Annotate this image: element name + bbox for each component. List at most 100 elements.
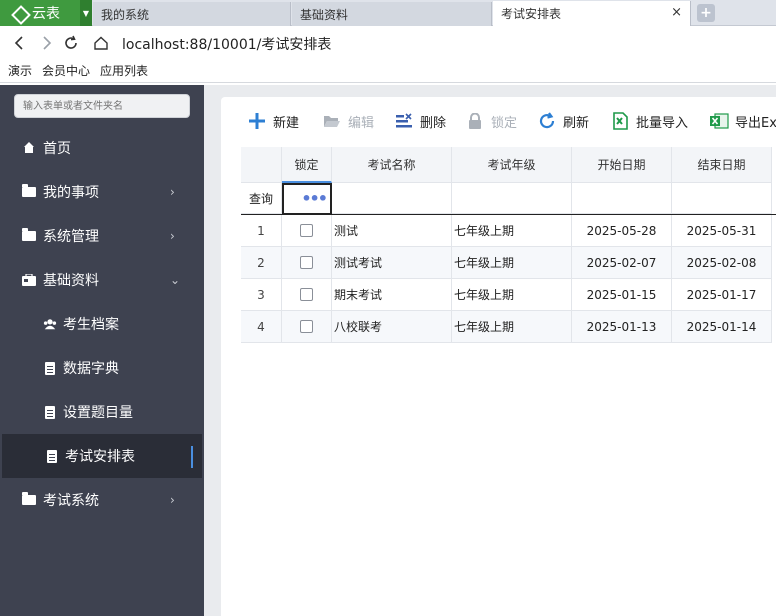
sidebar-item-label: 数据字典 bbox=[63, 361, 119, 377]
lock-checkbox[interactable] bbox=[300, 288, 313, 301]
sidebar-item-label: 系统管理 bbox=[43, 229, 99, 245]
more-options-icon[interactable]: ••• bbox=[301, 191, 328, 207]
url-text[interactable]: localhost:88/10001/考试安排表 bbox=[122, 34, 331, 54]
tab-basic-data[interactable]: 基础资料 bbox=[292, 2, 492, 26]
sidebar-item-question-count[interactable]: 设置题目量 bbox=[0, 390, 204, 434]
delete-button[interactable]: 删除 bbox=[394, 110, 446, 132]
sidebar-item-exam-system[interactable]: 考试系统 › bbox=[0, 478, 204, 522]
batch-import-label: 批量导入 bbox=[636, 115, 689, 131]
refresh-icon bbox=[537, 111, 557, 131]
refresh-button[interactable]: 刷新 bbox=[537, 110, 589, 132]
header-exam-name[interactable]: 考试名称 bbox=[332, 147, 452, 183]
bookmarks-bar: 演示 会员中心 应用列表 bbox=[0, 59, 776, 83]
end-date-cell[interactable]: 2025-01-17 bbox=[672, 279, 772, 311]
bookmark-demo[interactable]: 演示 bbox=[8, 62, 32, 79]
exam-grade-cell[interactable]: 七年级上期 bbox=[452, 247, 572, 279]
forward-arrow-icon[interactable] bbox=[38, 34, 56, 52]
home-page-icon[interactable] bbox=[92, 34, 110, 52]
header-start-date[interactable]: 开始日期 bbox=[572, 147, 672, 183]
row-number: 3 bbox=[241, 279, 282, 311]
address-bar: localhost:88/10001/考试安排表 bbox=[0, 27, 776, 59]
sidebar-item-student-records[interactable]: 考生档案 bbox=[0, 302, 204, 346]
filter-start-date-cell[interactable] bbox=[572, 183, 672, 214]
sidebar-item-basic-data[interactable]: 基础资料 ⌄ bbox=[0, 258, 204, 302]
app-brand-button[interactable]: 云表 bbox=[0, 0, 80, 26]
table-row[interactable]: 4 八校联考 七年级上期 2025-01-13 2025-01-14 bbox=[241, 311, 776, 343]
edit-button[interactable]: 编辑 bbox=[322, 110, 374, 132]
app-brand-label: 云表 bbox=[32, 6, 60, 22]
sidebar-item-label: 设置题目量 bbox=[63, 405, 133, 421]
end-date-cell[interactable]: 2025-05-31 bbox=[672, 215, 772, 247]
reload-icon[interactable] bbox=[62, 34, 80, 52]
lock-checkbox[interactable] bbox=[300, 256, 313, 269]
caret-down-icon: ▼ bbox=[82, 8, 90, 18]
exam-name-cell[interactable]: 测试考试 bbox=[332, 247, 452, 279]
exam-grade-cell[interactable]: 七年级上期 bbox=[452, 279, 572, 311]
filter-exam-grade-cell[interactable] bbox=[452, 183, 572, 214]
new-button[interactable]: 新建 bbox=[247, 110, 299, 132]
table-row[interactable]: 2 测试考试 七年级上期 2025-02-07 2025-02-08 bbox=[241, 247, 776, 279]
start-date-cell[interactable]: 2025-02-07 bbox=[572, 247, 672, 279]
new-tab-button[interactable]: + bbox=[697, 4, 715, 22]
lock-button[interactable]: 锁定 bbox=[465, 110, 517, 132]
header-exam-grade[interactable]: 考试年级 bbox=[452, 147, 572, 183]
sidebar-search-input[interactable] bbox=[14, 94, 190, 118]
header-lock[interactable]: 锁定 bbox=[282, 147, 332, 183]
exam-grade-cell[interactable]: 七年级上期 bbox=[452, 311, 572, 343]
folder-open-icon bbox=[322, 111, 342, 131]
filter-end-date-cell[interactable] bbox=[672, 183, 772, 214]
filter-exam-name-cell[interactable] bbox=[332, 183, 452, 214]
sidebar-item-exam-schedule[interactable]: 考试安排表 bbox=[2, 434, 202, 478]
chevron-right-icon: › bbox=[170, 229, 175, 243]
row-number: 2 bbox=[241, 247, 282, 279]
chevron-right-icon: › bbox=[170, 493, 175, 507]
sidebar-item-label: 我的事项 bbox=[43, 185, 99, 201]
exam-grade-cell[interactable]: 七年级上期 bbox=[452, 215, 572, 247]
chevron-down-icon: ⌄ bbox=[170, 273, 181, 287]
close-tab-icon[interactable]: × bbox=[671, 5, 682, 20]
excel-import-icon bbox=[610, 111, 630, 131]
back-arrow-icon[interactable] bbox=[10, 34, 28, 52]
sidebar-item-label: 考试安排表 bbox=[65, 449, 135, 465]
lock-checkbox[interactable] bbox=[300, 320, 313, 333]
lock-checkbox-cell bbox=[282, 311, 332, 343]
selected-indicator bbox=[191, 446, 193, 468]
batch-import-button[interactable]: 批量导入 bbox=[610, 110, 688, 132]
exam-name-cell[interactable]: 八校联考 bbox=[332, 311, 452, 343]
row-number: 1 bbox=[241, 215, 282, 247]
bookmark-app-list[interactable]: 应用列表 bbox=[100, 62, 148, 79]
delete-rows-icon bbox=[394, 111, 414, 131]
sidebar-item-home[interactable]: 首页 bbox=[0, 126, 204, 170]
sidebar-item-my-tasks[interactable]: 我的事项 › bbox=[0, 170, 204, 214]
sidebar-item-system-management[interactable]: 系统管理 › bbox=[0, 214, 204, 258]
end-date-cell[interactable]: 2025-01-14 bbox=[672, 311, 772, 343]
export-excel-button[interactable]: 导出Ex bbox=[709, 110, 776, 132]
end-date-cell[interactable]: 2025-02-08 bbox=[672, 247, 772, 279]
briefcase-icon bbox=[22, 273, 36, 287]
lock-checkbox-cell bbox=[282, 215, 332, 247]
new-label: 新建 bbox=[273, 115, 300, 131]
export-excel-label: 导出Ex bbox=[735, 115, 776, 131]
start-date-cell[interactable]: 2025-01-13 bbox=[572, 311, 672, 343]
tab-my-system[interactable]: 我的系统 bbox=[93, 2, 291, 26]
tab-exam-schedule[interactable]: 考试安排表 × bbox=[493, 1, 691, 26]
table-row[interactable]: 3 期末考试 七年级上期 2025-01-15 2025-01-17 bbox=[241, 279, 776, 311]
sidebar-item-label: 考生档案 bbox=[63, 317, 119, 333]
users-icon bbox=[43, 317, 57, 331]
folder-icon bbox=[22, 228, 36, 243]
table-row[interactable]: 1 测试 七年级上期 2025-05-28 2025-05-31 bbox=[241, 215, 776, 247]
start-date-cell[interactable]: 2025-05-28 bbox=[572, 215, 672, 247]
header-end-date[interactable]: 结束日期 bbox=[672, 147, 772, 183]
bookmark-member-center[interactable]: 会员中心 bbox=[42, 62, 90, 79]
lock-checkbox[interactable] bbox=[300, 224, 313, 237]
row-number: 4 bbox=[241, 311, 282, 343]
lock-checkbox-cell bbox=[282, 247, 332, 279]
exam-name-cell[interactable]: 期末考试 bbox=[332, 279, 452, 311]
lock-icon bbox=[465, 111, 485, 131]
exam-name-cell[interactable]: 测试 bbox=[332, 215, 452, 247]
sidebar-item-data-dictionary[interactable]: 数据字典 bbox=[0, 346, 204, 390]
lock-filter-editor[interactable]: ••• bbox=[282, 183, 332, 215]
brand-dropdown-button[interactable]: ▼ bbox=[80, 0, 92, 26]
document-icon bbox=[43, 361, 57, 375]
start-date-cell[interactable]: 2025-01-15 bbox=[572, 279, 672, 311]
